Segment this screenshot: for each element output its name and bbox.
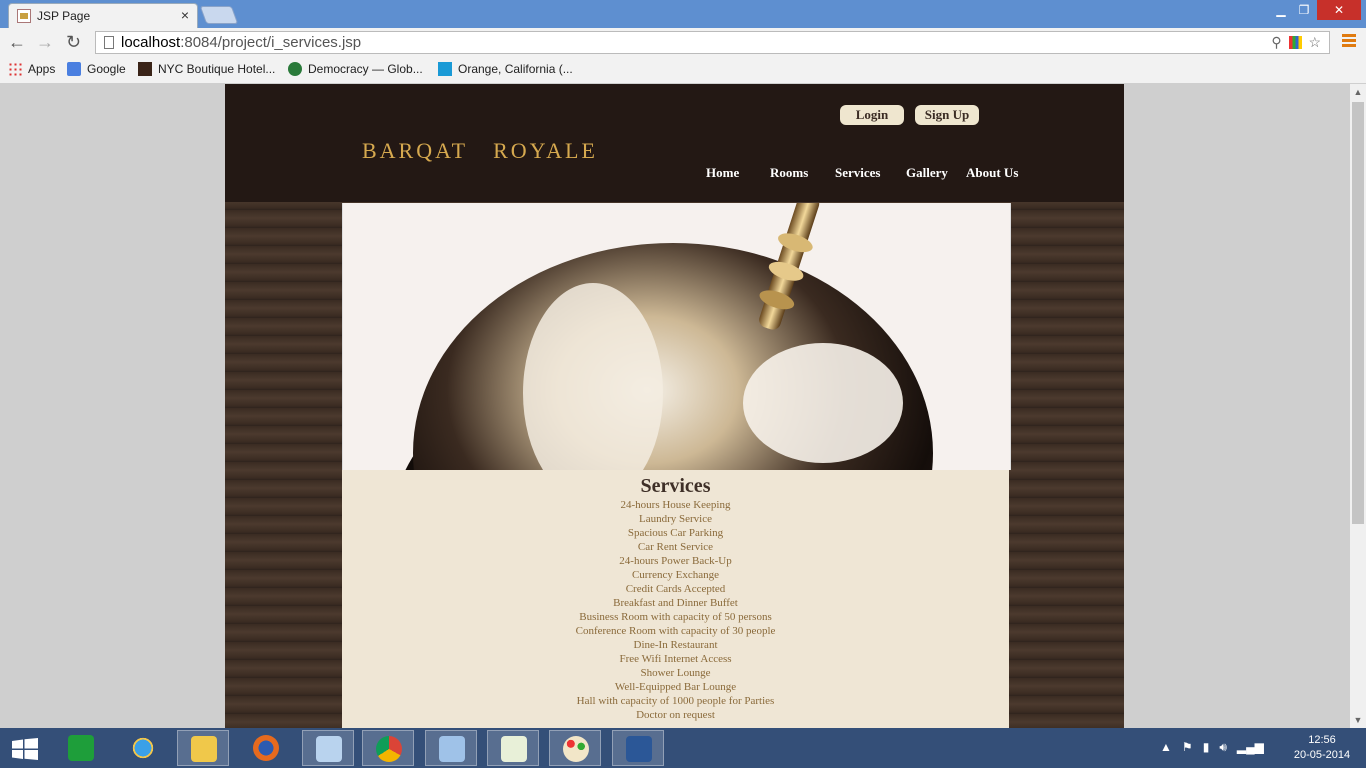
site-logo[interactable]: BARQAT ROYALE — [362, 138, 598, 164]
nav-home[interactable]: Home — [706, 165, 739, 181]
scroll-up-icon[interactable]: ▲ — [1350, 84, 1366, 100]
internet-explorer-icon — [130, 735, 156, 761]
favicon-icon — [17, 9, 31, 23]
nav-rooms[interactable]: Rooms — [770, 165, 808, 181]
bookmark-orange-ca[interactable]: Orange, California (... — [438, 62, 573, 76]
reload-icon[interactable]: ↻ — [66, 32, 81, 53]
paint-palette-icon — [563, 736, 589, 762]
vertical-scrollbar[interactable]: ▲ ▼ — [1350, 84, 1366, 728]
taskbar-file-explorer[interactable] — [177, 730, 229, 766]
list-item: Credit Cards Accepted — [625, 583, 726, 595]
list-item: Shower Lounge — [640, 667, 711, 679]
list-item: Car Rent Service — [637, 541, 714, 553]
address-bar[interactable]: localhost:8084/project/i_services.jsp ⚲ … — [95, 31, 1330, 54]
scroll-down-icon[interactable]: ▼ — [1350, 712, 1366, 728]
site-wrapper: BARQAT ROYALE Login Sign Up Home Rooms S… — [225, 84, 1124, 728]
clock-date: 20-05-2014 — [1293, 749, 1351, 761]
zoom-icon[interactable]: ⚲ — [1271, 34, 1281, 50]
nav-services[interactable]: Services — [835, 165, 880, 181]
nav-gallery[interactable]: Gallery — [906, 165, 948, 181]
taskbar-firefox[interactable] — [240, 730, 292, 766]
list-item: 24-hours Power Back-Up — [619, 555, 732, 567]
list-item: Conference Room with capacity of 30 peop… — [575, 625, 776, 637]
browser-toolbar: ← → ↻ localhost:8084/project/i_services.… — [0, 28, 1366, 57]
windows-taskbar: ▲ ⚑ ▮ 🔊︎ ▂▄▆ 12:56 20-05-2014 — [0, 728, 1366, 768]
list-item: Spacious Car Parking — [627, 527, 724, 539]
battery-icon[interactable]: ▮ — [1203, 740, 1210, 754]
chrome-icon — [376, 736, 402, 762]
forward-arrow-icon[interactable]: → — [36, 32, 54, 53]
monitor-icon — [439, 736, 465, 762]
signup-button[interactable]: Sign Up — [915, 105, 979, 125]
tab-title: JSP Page — [37, 9, 91, 23]
url-text: localhost:8084/project/i_services.jsp — [121, 34, 362, 51]
firefox-icon — [253, 735, 279, 761]
taskbar-paint[interactable] — [549, 730, 601, 766]
page-icon — [104, 36, 114, 49]
hero-image-service-bell — [342, 203, 1011, 470]
service-bell-image — [343, 203, 1010, 470]
taskbar-clock[interactable]: 12:56 20-05-2014 — [1290, 733, 1354, 763]
list-item: Free Wifi Internet Access — [619, 653, 732, 665]
google-icon — [67, 62, 81, 76]
bookmarks-bar: Apps Google NYC Boutique Hotel... Democr… — [0, 57, 1366, 84]
bookmark-nyc-boutique[interactable]: NYC Boutique Hotel... — [138, 62, 275, 76]
tray-expand-icon[interactable]: ▲ — [1160, 740, 1172, 754]
folder-icon — [191, 736, 217, 762]
word-icon — [626, 736, 652, 762]
chrome-menu-icon[interactable] — [1342, 34, 1356, 48]
system-tray: ▲ ⚑ ▮ 🔊︎ ▂▄▆ — [1160, 740, 1264, 755]
store-icon — [68, 735, 94, 761]
services-list: 24-hours House Keeping Laundry Service S… — [342, 498, 1009, 722]
bookmark-democracy[interactable]: Democracy — Glob... — [288, 62, 423, 76]
close-window-icon[interactable]: ✕ — [1317, 0, 1361, 20]
network-icon[interactable]: ▂▄▆ — [1237, 740, 1264, 754]
clock-time: 12:56 — [1308, 734, 1336, 746]
back-arrow-icon[interactable]: ← — [8, 32, 26, 53]
flag-icon[interactable]: ⚑ — [1182, 740, 1193, 754]
taskbar-virtualbox[interactable] — [302, 730, 354, 766]
apps-grid-icon — [8, 62, 22, 76]
tab-close-icon[interactable]: × — [181, 7, 189, 23]
bookmark-apps[interactable]: Apps — [8, 62, 55, 76]
list-item: Well-Equipped Bar Lounge — [614, 681, 737, 693]
scrollbar-thumb[interactable] — [1352, 102, 1364, 524]
services-heading: Services — [640, 475, 711, 497]
list-item: Doctor on request — [636, 709, 715, 721]
volume-icon[interactable]: 🔊︎ — [1219, 740, 1227, 754]
f-icon — [438, 62, 452, 76]
taskbar-word[interactable] — [612, 730, 664, 766]
list-item: Dine-In Restaurant — [633, 639, 718, 651]
cube-icon — [316, 736, 342, 762]
services-content: Services 24-hours House Keeping Laundry … — [342, 470, 1009, 728]
start-button[interactable] — [0, 730, 52, 766]
globe-icon — [288, 62, 302, 76]
taskbar-task-app[interactable] — [487, 730, 539, 766]
taskbar-chrome[interactable] — [362, 730, 414, 766]
bookmark-star-icon[interactable]: ☆ — [1308, 34, 1321, 50]
windows-logo-icon — [12, 738, 38, 760]
list-item: Currency Exchange — [631, 569, 720, 581]
site-header: BARQAT ROYALE Login Sign Up Home Rooms S… — [225, 84, 1124, 202]
title-bar: JSP Page × ▁ ❐ ✕ — [0, 0, 1366, 28]
bookmark-google[interactable]: Google — [67, 62, 126, 76]
nav-about-us[interactable]: About Us — [966, 165, 1018, 181]
taskbar-remote-app[interactable] — [425, 730, 477, 766]
list-item: Laundry Service — [639, 513, 712, 525]
browser-tab[interactable]: JSP Page × — [8, 3, 198, 28]
new-tab-button[interactable] — [199, 6, 239, 24]
extension-icon[interactable] — [1288, 36, 1302, 49]
list-item: 24-hours House Keeping — [620, 499, 731, 511]
login-button[interactable]: Login — [840, 105, 904, 125]
list-item: Hall with capacity of 1000 people for Pa… — [576, 695, 775, 707]
page-viewport: BARQAT ROYALE Login Sign Up Home Rooms S… — [0, 84, 1350, 728]
list-item: Business Room with capacity of 50 person… — [579, 611, 772, 623]
checklist-icon — [501, 736, 527, 762]
minimize-icon[interactable]: ▁ — [1270, 0, 1292, 20]
taskbar-ie[interactable] — [117, 730, 169, 766]
list-item: Breakfast and Dinner Buffet — [613, 597, 738, 609]
taskbar-store[interactable] — [55, 730, 107, 766]
maximize-icon[interactable]: ❐ — [1293, 0, 1315, 20]
hc-icon — [138, 62, 152, 76]
